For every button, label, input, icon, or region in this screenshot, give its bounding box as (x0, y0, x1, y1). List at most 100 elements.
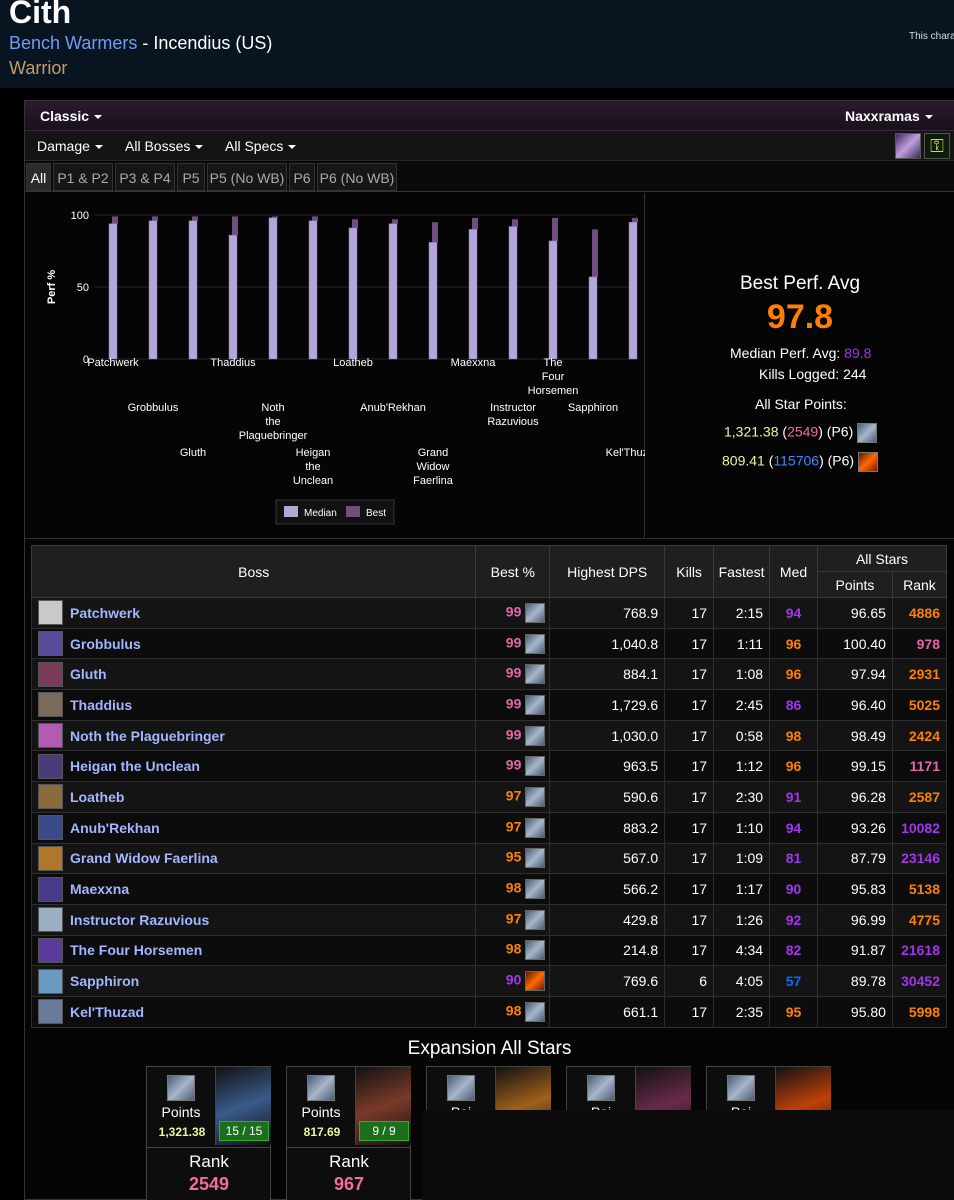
shield-icon[interactable] (525, 633, 546, 654)
kills: 17 (664, 995, 715, 1028)
boss-cell[interactable]: Heigan the Unclean (30, 750, 477, 783)
kills: 17 (664, 627, 715, 660)
table-row[interactable]: Grand Widow Faerlina 95 567.0 17 1:09 81 87.7… (30, 842, 948, 875)
y-tick-label: 50 (77, 282, 89, 294)
boss-name[interactable]: Loatheb (70, 789, 124, 805)
kills: 17 (664, 750, 715, 783)
shield-icon[interactable] (525, 971, 546, 992)
boss-cell[interactable]: Sapphiron (30, 965, 477, 997)
best-bar (232, 216, 238, 236)
best-pct-cell: 99 (475, 627, 551, 660)
zone-dropdown[interactable]: Naxxramas (845, 108, 933, 124)
shield-icon[interactable] (525, 848, 546, 869)
boss-cell[interactable]: Loatheb (30, 781, 477, 813)
table-row[interactable]: The Four Horsemen 98 214.8 17 4:34 82 91.87 21… (30, 934, 948, 967)
shield-icon[interactable] (525, 879, 546, 900)
boss-name[interactable]: Kel'Thuzad (70, 1004, 144, 1020)
raid-icon[interactable] (895, 133, 921, 159)
table-row[interactable]: Thaddius 99 1,729.6 17 2:45 86 96.40 5025 (30, 689, 948, 721)
highest-dps: 1,040.8 (549, 627, 666, 660)
shield-icon[interactable] (525, 756, 546, 777)
median: 95 (769, 995, 818, 1028)
boss-name[interactable]: Heigan the Unclean (70, 758, 200, 774)
median-bar (108, 223, 118, 360)
allstar-card[interactable]: Points 1,321.38 15 / 15 Rank 2549 (146, 1066, 271, 1200)
shield-icon[interactable] (525, 909, 546, 930)
col-boss[interactable]: Boss (30, 545, 477, 598)
highest-dps: 768.9 (549, 597, 666, 629)
median-label: Median Perf. Avg: (730, 345, 841, 361)
col-med[interactable]: Med (769, 545, 818, 598)
boss-cell[interactable]: The Four Horsemen (30, 934, 477, 967)
table-row[interactable]: Anub'Rekhan 97 883.2 17 1:10 94 93.26 10082 (30, 811, 948, 844)
allstar-rank: 5998 (891, 995, 948, 1028)
kills: 17 (664, 873, 715, 905)
boss-name[interactable]: Gluth (70, 666, 107, 682)
table-row[interactable]: Patchwerk 99 768.9 17 2:15 94 96.65 4886 (30, 597, 948, 629)
table-row[interactable]: Sapphiron 90 769.6 6 4:05 57 89.78 30452 (30, 965, 948, 997)
shield-icon[interactable] (525, 664, 546, 685)
tab-p6-no-wb[interactable]: P6 (No WB) (317, 163, 397, 191)
shield-icon[interactable] (525, 725, 546, 746)
divider (287, 1147, 411, 1148)
table-row[interactable]: Heigan the Unclean 99 963.5 17 1:12 96 99.15 1… (30, 750, 948, 783)
tab-p6[interactable]: P6 (289, 163, 315, 191)
boss-name[interactable]: Grand Widow Faerlina (70, 850, 218, 866)
table-row[interactable]: Instructor Razuvious 97 429.8 17 1:26 92 96.9… (30, 903, 948, 936)
shield-icon[interactable] (525, 602, 546, 623)
boss-cell[interactable]: Patchwerk (30, 597, 477, 629)
boss-name[interactable]: Patchwerk (70, 605, 140, 621)
points-value: 817.69 (303, 1125, 341, 1139)
boss-name[interactable]: Noth the Plaguebringer (70, 728, 225, 744)
shield-icon[interactable] (525, 940, 546, 961)
boss-name[interactable]: Sapphiron (70, 973, 139, 989)
col-fastest[interactable]: Fastest (713, 545, 771, 598)
boss-name[interactable]: Instructor Razuvious (70, 912, 209, 928)
allstar-card[interactable]: Points 817.69 9 / 9 Rank 967 (286, 1066, 411, 1200)
col-points[interactable]: Points (817, 571, 893, 598)
boss-name[interactable]: Grobbulus (70, 636, 141, 652)
boss-name[interactable]: Thaddius (70, 697, 132, 713)
highest-dps: 1,729.6 (549, 689, 666, 721)
table-row[interactable]: Kel'Thuzad 98 661.1 17 2:35 95 95.80 5998 (30, 995, 948, 1028)
col-best[interactable]: Best % (475, 545, 551, 598)
table-row[interactable]: Gluth 99 884.1 17 1:08 96 97.94 2931 (30, 658, 948, 691)
boss-cell[interactable]: Instructor Razuvious (30, 903, 477, 936)
kills-value: 244 (843, 366, 867, 382)
specs-dropdown[interactable]: All Specs (225, 138, 297, 154)
table-row[interactable]: Maexxna 98 566.2 17 1:17 90 95.83 5138 (30, 873, 948, 905)
boss-name[interactable]: Maexxna (70, 881, 129, 897)
table-row[interactable]: Grobbulus 99 1,040.8 17 1:11 96 100.40 978 (30, 627, 948, 660)
tab-all[interactable]: All (26, 163, 51, 191)
boss-name[interactable]: Anub'Rekhan (70, 820, 160, 836)
version-dropdown[interactable]: Classic (40, 108, 103, 124)
boss-cell[interactable]: Grand Widow Faerlina (30, 842, 477, 875)
shield-icon[interactable] (525, 694, 546, 715)
col-rank[interactable]: Rank (891, 571, 948, 598)
shield-icon[interactable] (525, 1001, 546, 1022)
boss-cell[interactable]: Noth the Plaguebringer (30, 719, 477, 752)
table-row[interactable]: Loatheb 97 590.6 17 2:30 91 96.28 2587 (30, 781, 948, 813)
tab-p5-no-wb[interactable]: P5 (No WB) (207, 163, 287, 191)
boss-cell[interactable]: Anub'Rekhan (30, 811, 477, 844)
col-kills[interactable]: Kills (664, 545, 715, 598)
guild-link[interactable]: Bench Warmers (9, 33, 137, 53)
boss-cell[interactable]: Gluth (30, 658, 477, 691)
boss-cell[interactable]: Maexxna (30, 873, 477, 905)
tab-p5[interactable]: P5 (177, 163, 205, 191)
shield-icon[interactable] (525, 817, 546, 838)
shield-icon[interactable] (525, 786, 546, 807)
key-icon[interactable]: ⚿ (924, 133, 950, 159)
boss-name[interactable]: The Four Horsemen (70, 942, 202, 958)
flame-icon (857, 452, 878, 472)
boss-cell[interactable]: Grobbulus (30, 627, 477, 660)
metric-dropdown[interactable]: Damage (37, 138, 103, 154)
tab-p1-p2[interactable]: P1 & P2 (53, 163, 113, 191)
col-dps[interactable]: Highest DPS (549, 545, 666, 598)
overlay-panel (422, 1110, 954, 1200)
bosses-dropdown[interactable]: All Bosses (125, 138, 204, 154)
tab-p3-p4[interactable]: P3 & P4 (115, 163, 175, 191)
table-row[interactable]: Noth the Plaguebringer 99 1,030.0 17 0:58 98… (30, 719, 948, 752)
boss-cell[interactable]: Thaddius (30, 689, 477, 721)
boss-cell[interactable]: Kel'Thuzad (30, 995, 477, 1028)
